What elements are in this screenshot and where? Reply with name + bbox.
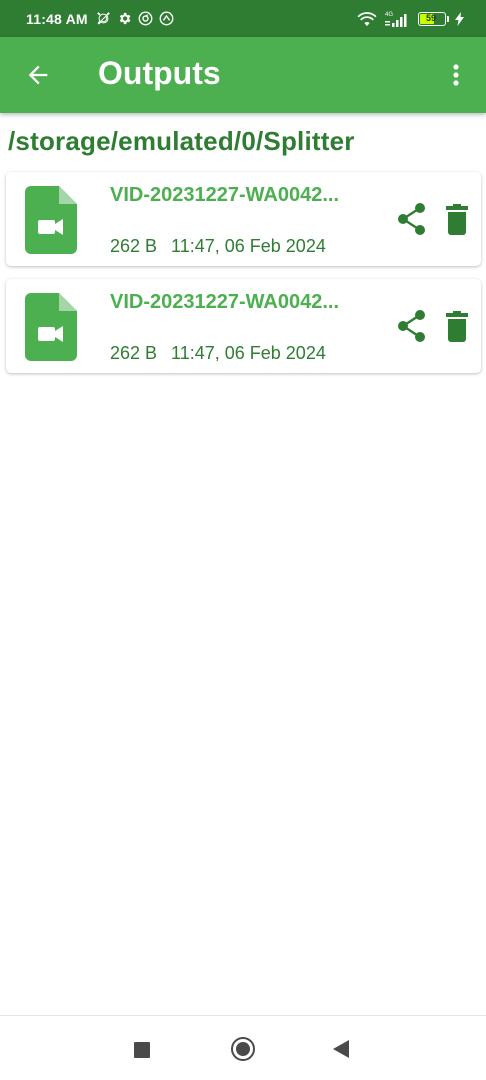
signal-icon: 4G xyxy=(385,12,407,27)
status-system-icons: 4G 59 xyxy=(356,10,464,28)
file-modified: 11:47, 06 Feb 2024 xyxy=(171,236,326,256)
more-vert-icon[interactable] xyxy=(446,61,466,89)
file-meta: 262 B 11:47, 06 Feb 2024 xyxy=(110,236,326,257)
file-size: 262 B xyxy=(110,236,158,256)
share-icon[interactable] xyxy=(397,309,427,343)
recents-button[interactable] xyxy=(134,1042,150,1058)
video-file-icon xyxy=(25,293,77,361)
app-icon xyxy=(138,11,153,26)
file-meta: 262 B 11:47, 06 Feb 2024 xyxy=(110,343,326,364)
directory-path: /storage/emulated/0/Splitter xyxy=(8,126,355,156)
file-list-item[interactable]: VID-20231227-WA0042... 262 B 11:47, 06 F… xyxy=(6,172,481,266)
status-notification-icons xyxy=(96,11,174,26)
battery-level: 59 xyxy=(426,12,437,23)
video-file-icon xyxy=(25,186,77,254)
delete-icon[interactable] xyxy=(446,309,468,343)
home-icon xyxy=(236,1042,250,1056)
home-button[interactable] xyxy=(231,1037,255,1061)
settings-icon xyxy=(119,12,131,25)
charging-icon xyxy=(455,11,464,26)
file-name: VID-20231227-WA0042... xyxy=(110,291,340,313)
system-nav-bar xyxy=(0,1015,486,1080)
battery-icon: 59 xyxy=(418,11,449,26)
share-icon[interactable] xyxy=(397,202,427,236)
app-icon xyxy=(159,11,174,26)
status-time: 11:48 AM xyxy=(26,10,88,27)
back-button[interactable] xyxy=(333,1040,349,1058)
page-title: Outputs xyxy=(98,55,221,91)
file-name: VID-20231227-WA0042... xyxy=(110,184,340,206)
alarm-off-icon xyxy=(96,12,110,25)
file-list-item[interactable]: VID-20231227-WA0042... 262 B 11:47, 06 F… xyxy=(6,279,481,373)
delete-icon[interactable] xyxy=(446,202,468,236)
file-size: 262 B xyxy=(110,343,158,363)
wifi-icon xyxy=(357,11,377,26)
network-type-label: 4G xyxy=(385,12,393,18)
app-bar: Outputs xyxy=(0,37,486,113)
status-bar: 11:48 AM 4G 59 xyxy=(0,0,486,37)
back-arrow-icon[interactable] xyxy=(24,61,52,89)
file-modified: 11:47, 06 Feb 2024 xyxy=(171,343,326,363)
